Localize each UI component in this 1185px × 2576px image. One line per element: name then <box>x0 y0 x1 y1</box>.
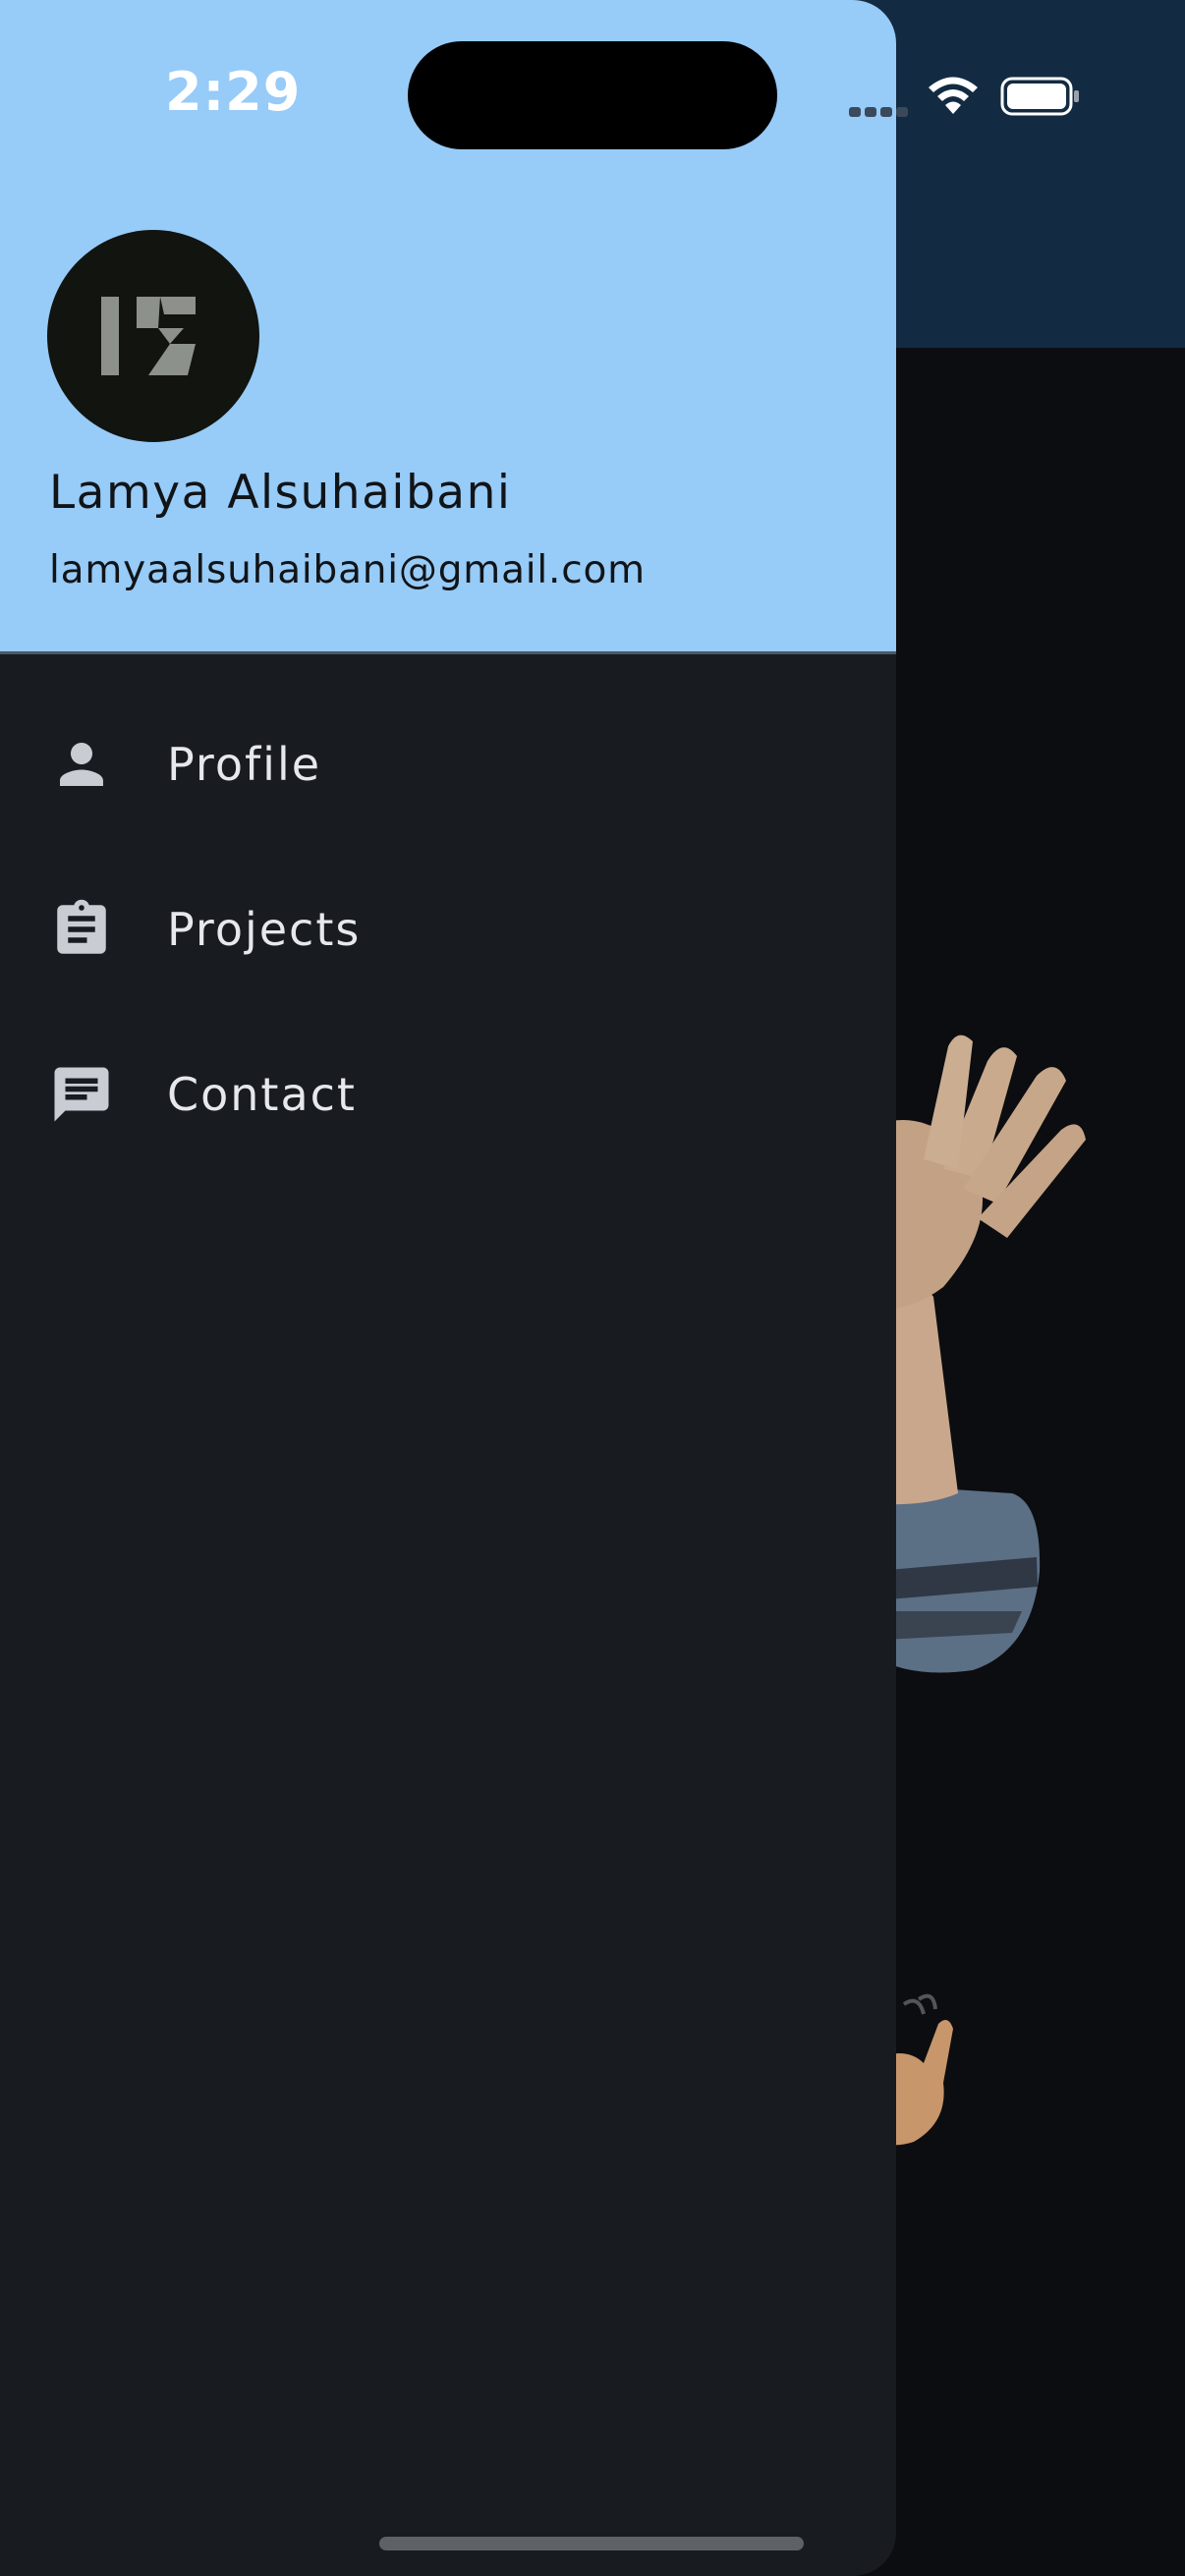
app-screen: Lamya Alsuhaibani lamyaalsuhaibani@gmail… <box>0 0 1185 2576</box>
navigation-drawer: Lamya Alsuhaibani lamyaalsuhaibani@gmail… <box>0 0 896 2576</box>
menu-item-label: Profile <box>167 738 322 791</box>
person-icon <box>49 732 114 797</box>
menu-item-profile[interactable]: Profile <box>0 682 896 847</box>
drawer-menu: Profile Projects Contact <box>0 682 896 1177</box>
menu-item-label: Projects <box>167 903 362 956</box>
cellular-signal-icon <box>849 102 912 121</box>
ls-logo-icon <box>101 297 196 375</box>
waving-hand-illustration <box>865 1035 1086 1673</box>
chat-icon <box>49 1062 114 1127</box>
avatar[interactable] <box>47 230 259 442</box>
dynamic-island <box>408 41 777 149</box>
menu-item-contact[interactable]: Contact <box>0 1012 896 1177</box>
battery-icon <box>1000 77 1079 116</box>
status-time: 2:29 <box>165 61 302 123</box>
wifi-icon <box>929 77 978 114</box>
home-indicator <box>379 2537 804 2550</box>
menu-item-label: Contact <box>167 1068 357 1121</box>
user-name: Lamya Alsuhaibani <box>49 466 512 520</box>
clipboard-icon <box>49 897 114 962</box>
menu-item-projects[interactable]: Projects <box>0 847 896 1012</box>
user-email: lamyaalsuhaibani@gmail.com <box>49 548 646 592</box>
